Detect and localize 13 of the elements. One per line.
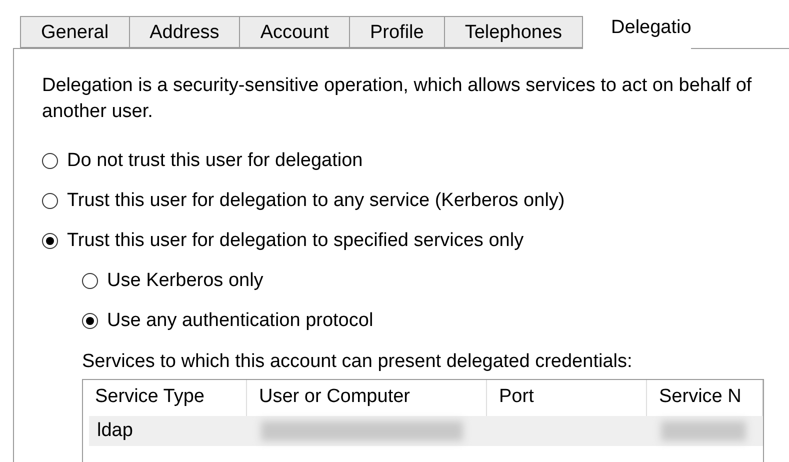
table-cell: ldap: [97, 420, 133, 442]
radio-option[interactable]: Trust this user for delegation to any service (Kerberos only): [42, 181, 789, 221]
tab[interactable]: Account: [239, 16, 349, 48]
radio-option[interactable]: Use Kerberos only: [82, 261, 789, 301]
tab[interactable]: Address: [128, 16, 240, 48]
radio-option[interactable]: Trust this user for delegation to specified services only: [42, 221, 789, 261]
description-text: Delegation is a security-sensitive operation, which allows services to act on behalf of another user.: [42, 74, 753, 124]
tab[interactable]: Telephones: [444, 16, 584, 48]
tab[interactable]: Profile: [348, 16, 444, 48]
radio-option[interactable]: Use any authentication protocol: [82, 301, 789, 341]
tab[interactable]: General: [20, 16, 129, 48]
radio-option[interactable]: Do not trust this user for delegation: [42, 141, 789, 181]
services-label: Services to which this account can present delegated credentials:: [82, 351, 634, 373]
